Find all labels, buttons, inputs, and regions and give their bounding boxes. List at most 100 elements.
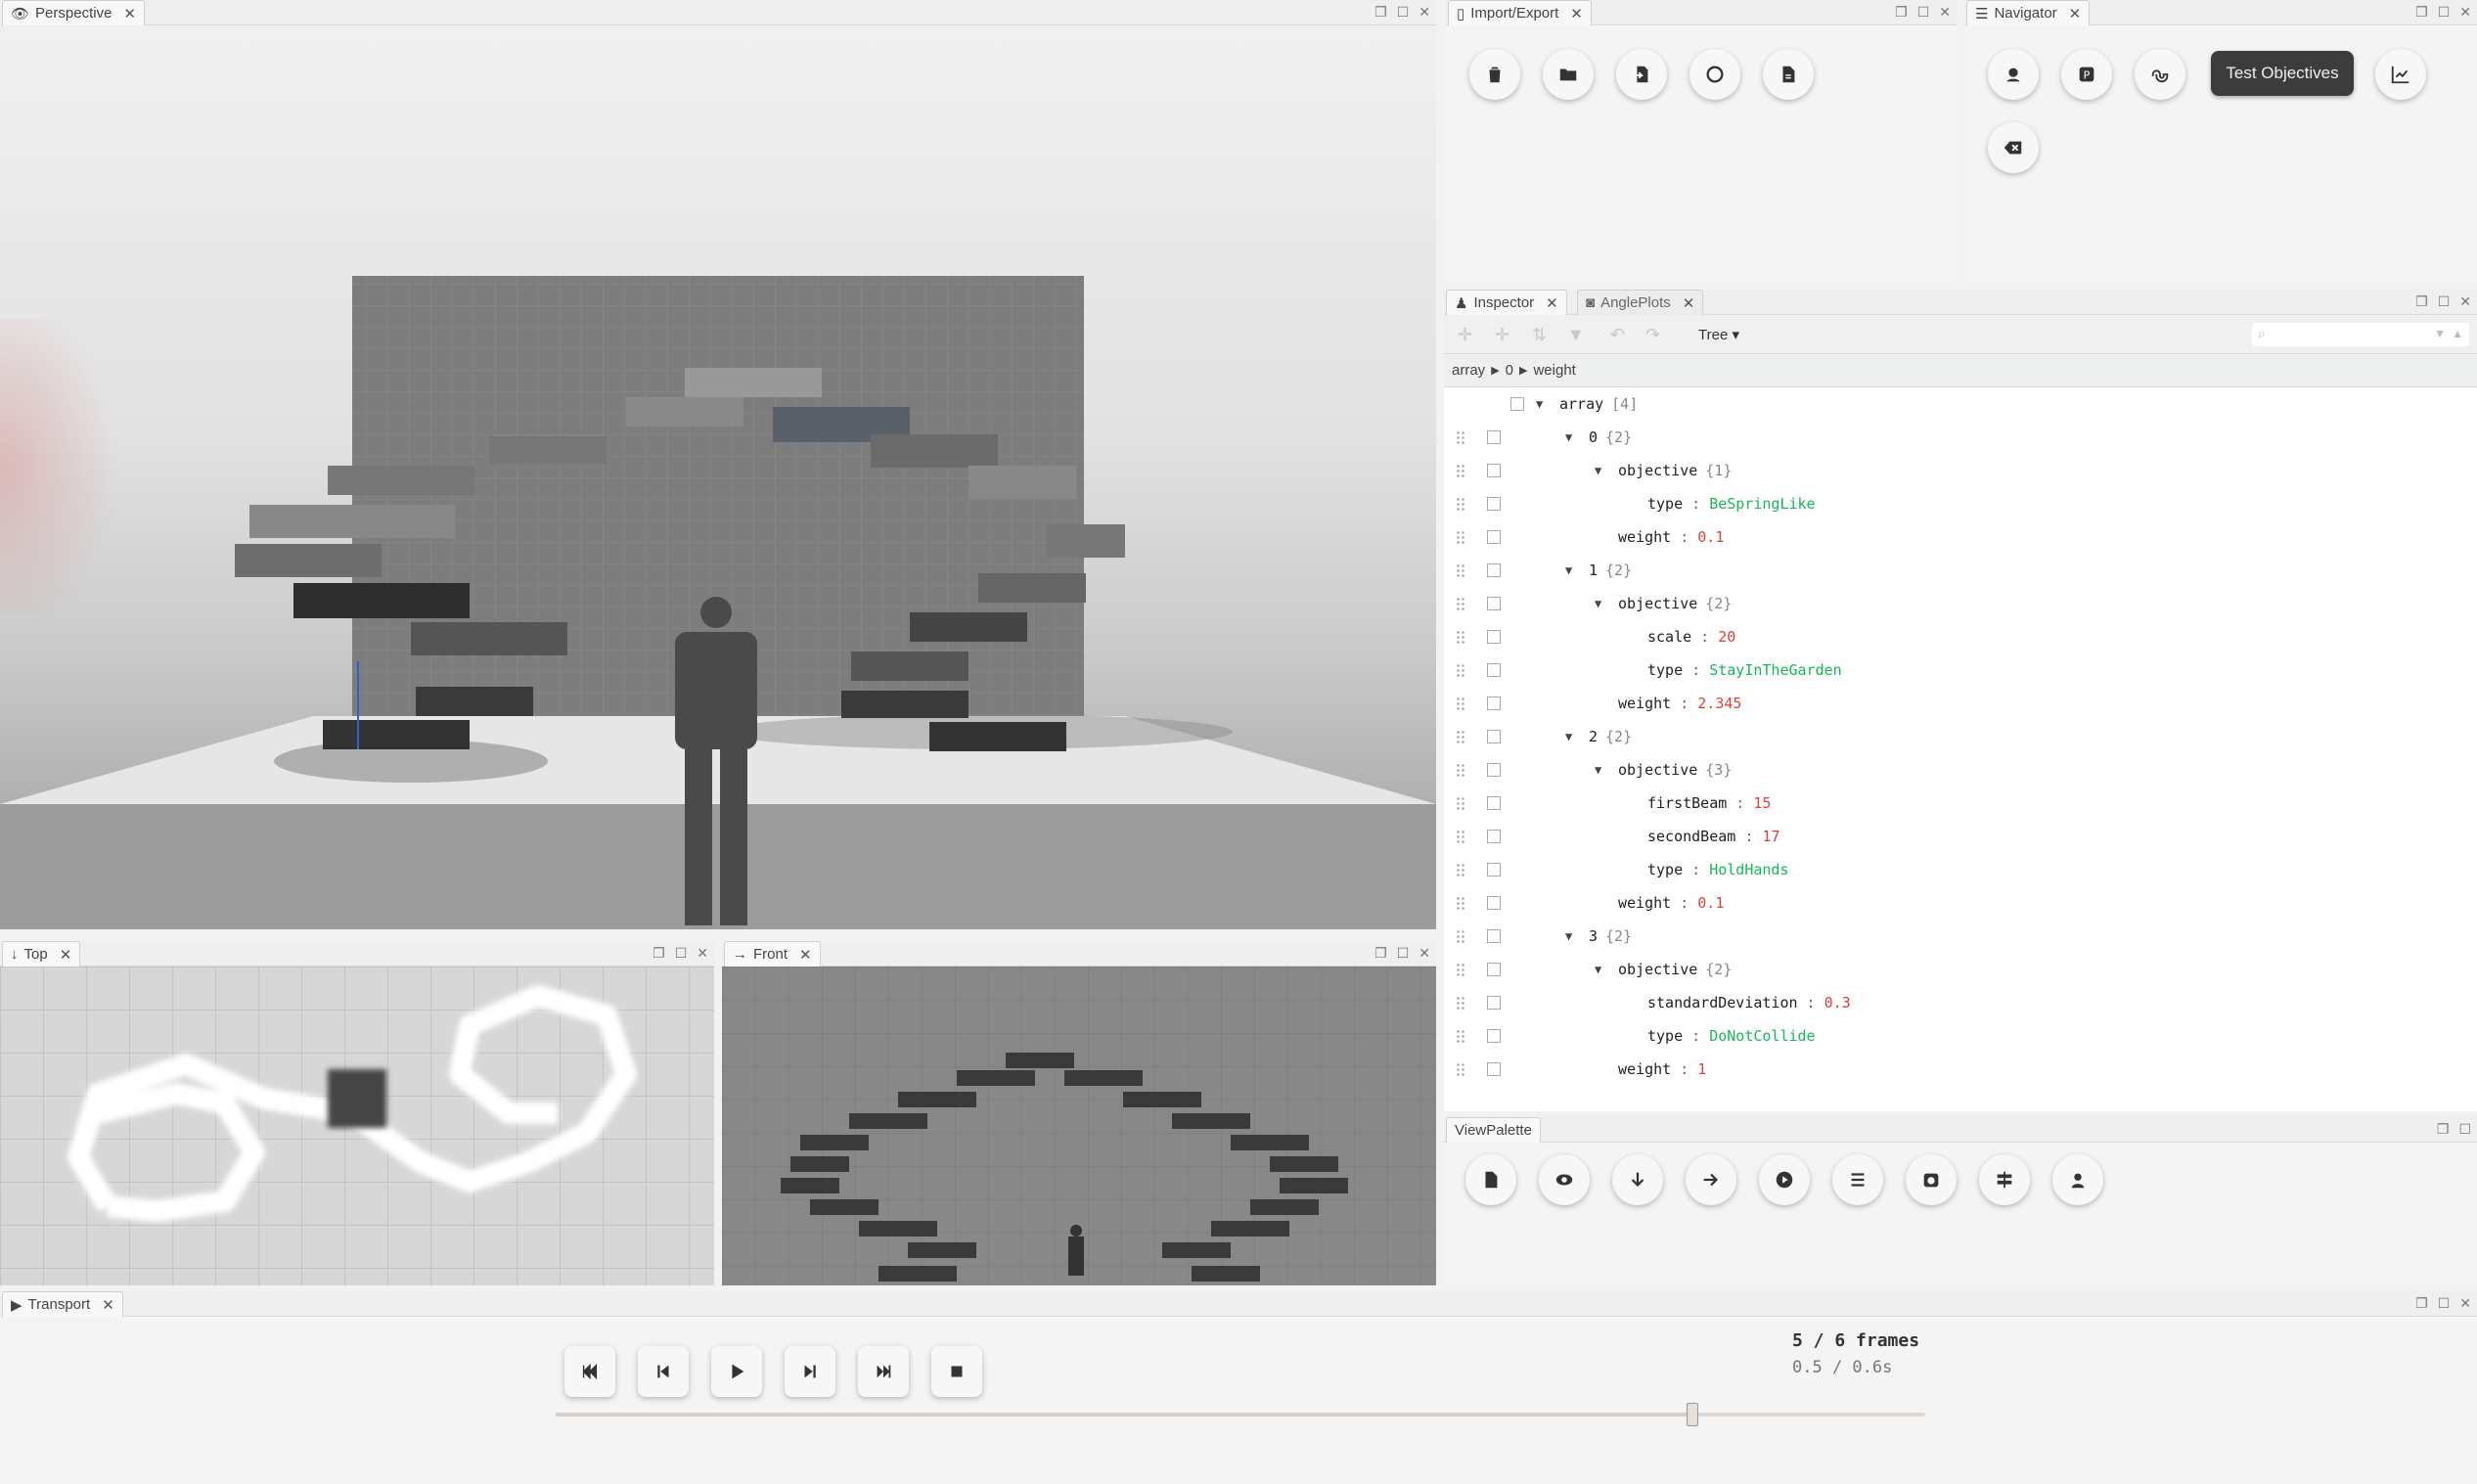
row-checkbox[interactable]: [1487, 430, 1501, 444]
tree-key[interactable]: secondBeam: [1647, 828, 1735, 845]
export-button[interactable]: [1763, 49, 1814, 100]
tree-value[interactable]: DoNotCollide: [1709, 1027, 1815, 1045]
expand-caret-icon[interactable]: ▼: [1565, 563, 1572, 577]
drag-handle-icon[interactable]: [1456, 730, 1465, 743]
drag-handle-icon[interactable]: [1456, 763, 1465, 777]
close-icon[interactable]: ✕: [102, 1296, 114, 1314]
palette-navigator-button[interactable]: [1979, 1154, 2030, 1205]
close-icon[interactable]: ✕: [1570, 5, 1583, 22]
drag-handle-icon[interactable]: [1456, 996, 1465, 1010]
maximize-icon[interactable]: ☐: [1397, 4, 1410, 21]
product-hunt-button[interactable]: P: [2061, 49, 2112, 100]
undo-icon[interactable]: ↶: [1610, 325, 1625, 345]
tree-row[interactable]: ▼ array [4]: [1444, 387, 2477, 421]
tree-row[interactable]: firstBeam : 15: [1444, 787, 2477, 820]
drag-handle-icon[interactable]: [1456, 430, 1465, 444]
expand-caret-icon[interactable]: ▼: [1595, 963, 1601, 976]
palette-list-button[interactable]: [1832, 1154, 1883, 1205]
close-icon[interactable]: ✕: [2459, 293, 2471, 310]
test-objectives-button[interactable]: Test Objectives: [2211, 51, 2354, 96]
palette-inspector-button[interactable]: [2052, 1154, 2103, 1205]
tree-row[interactable]: ▼ objective {2}: [1444, 587, 2477, 620]
tree-key[interactable]: scale: [1647, 628, 1691, 646]
tree-key[interactable]: objective: [1618, 595, 1697, 612]
drag-handle-icon[interactable]: [1456, 464, 1465, 477]
drag-handle-icon[interactable]: [1456, 597, 1465, 610]
import-button[interactable]: [1616, 49, 1667, 100]
tree-row[interactable]: weight : 0.1: [1444, 886, 2477, 920]
close-icon[interactable]: ✕: [1683, 294, 1695, 312]
expand-caret-icon[interactable]: ▼: [1536, 397, 1543, 411]
maximize-icon[interactable]: ☐: [1397, 945, 1410, 962]
tree-row[interactable]: type : StayInTheGarden: [1444, 653, 2477, 687]
top-viewport[interactable]: [0, 967, 714, 1285]
row-checkbox[interactable]: [1487, 1029, 1501, 1043]
drag-handle-icon[interactable]: [1456, 663, 1465, 677]
tree-value[interactable]: 0.3: [1824, 994, 1851, 1012]
row-checkbox[interactable]: [1487, 763, 1501, 777]
tree-key[interactable]: 2: [1589, 728, 1598, 745]
restore-icon[interactable]: ❐: [653, 945, 665, 962]
expand-caret-icon[interactable]: ▼: [1565, 929, 1572, 943]
drag-handle-icon[interactable]: [1456, 796, 1465, 810]
close-icon[interactable]: ✕: [2459, 1295, 2471, 1312]
tree-key[interactable]: type: [1647, 495, 1683, 513]
row-checkbox[interactable]: [1510, 397, 1524, 411]
expand-caret-icon[interactable]: ▼: [1595, 763, 1601, 777]
restore-icon[interactable]: ❐: [1374, 4, 1387, 21]
drag-handle-icon[interactable]: [1456, 1062, 1465, 1076]
tree-row[interactable]: type : HoldHands: [1444, 853, 2477, 886]
timeline-slider[interactable]: [556, 1403, 1925, 1426]
filter-icon[interactable]: ▼: [1567, 325, 1585, 345]
palette-front-button[interactable]: [1686, 1154, 1736, 1205]
tab-view-palette[interactable]: ViewPalette: [1446, 1117, 1541, 1143]
tree-key[interactable]: type: [1647, 1027, 1683, 1045]
tree-value[interactable]: StayInTheGarden: [1709, 661, 1841, 679]
row-checkbox[interactable]: [1487, 730, 1501, 743]
close-icon[interactable]: ✕: [1546, 294, 1558, 312]
restore-icon[interactable]: ❐: [1374, 945, 1387, 962]
restore-icon[interactable]: ❐: [2415, 293, 2428, 310]
close-icon[interactable]: ✕: [1419, 4, 1430, 21]
tab-transport[interactable]: ▶ Transport ✕: [2, 1291, 123, 1317]
breadcrumb-item[interactable]: 0: [1506, 362, 1513, 379]
step-back-button[interactable]: [638, 1346, 689, 1397]
close-icon[interactable]: ✕: [123, 5, 136, 22]
chart-button[interactable]: [2375, 49, 2426, 100]
drag-handle-icon[interactable]: [1456, 630, 1465, 644]
row-checkbox[interactable]: [1487, 597, 1501, 610]
drag-handle-icon[interactable]: [1456, 563, 1465, 577]
tree-key[interactable]: objective: [1618, 761, 1697, 779]
palette-camera-button[interactable]: [1906, 1154, 1957, 1205]
restore-icon[interactable]: ❐: [1895, 4, 1908, 21]
sort-icon[interactable]: ⇅: [1532, 325, 1547, 345]
tree-value[interactable]: 20: [1718, 628, 1735, 646]
tab-front[interactable]: → Front ✕: [724, 941, 821, 967]
tree-row[interactable]: ▼ objective {1}: [1444, 454, 2477, 487]
expand-all-icon[interactable]: ✛: [1458, 325, 1472, 345]
tree-key[interactable]: 1: [1589, 562, 1598, 579]
tree-value[interactable]: 0.1: [1697, 894, 1724, 912]
play-button[interactable]: [711, 1346, 762, 1397]
open-button[interactable]: [1543, 49, 1594, 100]
tree-key[interactable]: 3: [1589, 927, 1598, 945]
tree-key[interactable]: objective: [1618, 961, 1697, 978]
close-icon[interactable]: ✕: [697, 945, 708, 962]
restore-icon[interactable]: ❐: [2415, 4, 2428, 21]
tree-value[interactable]: 2.345: [1697, 695, 1741, 712]
tree-value[interactable]: 0.1: [1697, 528, 1724, 546]
palette-transport-button[interactable]: [1759, 1154, 1810, 1205]
row-checkbox[interactable]: [1487, 929, 1501, 943]
tree-key[interactable]: type: [1647, 661, 1683, 679]
close-icon[interactable]: ✕: [1939, 4, 1951, 21]
row-checkbox[interactable]: [1487, 996, 1501, 1010]
expand-caret-icon[interactable]: ▼: [1565, 430, 1572, 444]
row-checkbox[interactable]: [1487, 963, 1501, 976]
tree-key[interactable]: weight: [1618, 528, 1671, 546]
tab-navigator[interactable]: ☰ Navigator ✕: [1966, 0, 2091, 25]
row-checkbox[interactable]: [1487, 830, 1501, 843]
expand-caret-icon[interactable]: ▼: [1595, 464, 1601, 477]
tree-key[interactable]: type: [1647, 861, 1683, 878]
expand-caret-icon[interactable]: ▼: [1595, 597, 1601, 610]
stop-button[interactable]: [931, 1346, 982, 1397]
